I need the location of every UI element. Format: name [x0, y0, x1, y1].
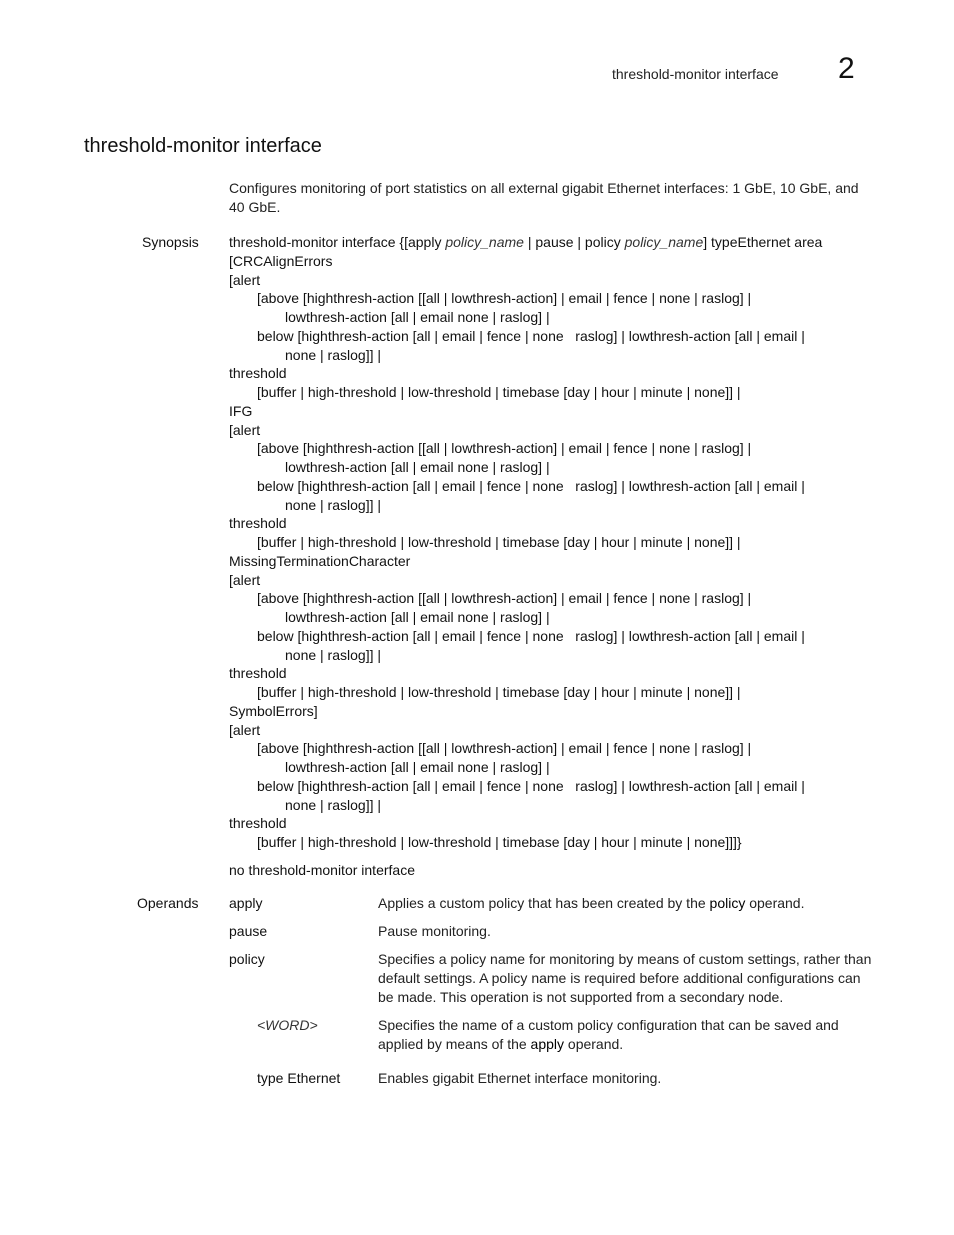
command-text: | pause | policy: [523, 234, 625, 250]
page-title: threshold-monitor interface: [84, 135, 322, 157]
no-form-command: no threshold-monitor interface: [229, 861, 415, 878]
synopsis-line: [above [highthresh-action [[all | lowthr…: [257, 440, 752, 457]
synopsis-line: none | raslog]] |: [285, 346, 381, 363]
synopsis-line: [alert: [229, 271, 261, 288]
operand-description: Applies a custom policy that has been cr…: [378, 894, 874, 913]
operand-row: pause Pause monitoring.: [229, 922, 874, 941]
synopsis-line: [alert: [229, 421, 261, 438]
synopsis-lines: [CRCAlignErrors [alert [above [highthresh-…: [229, 252, 879, 852]
chapter-number: 2: [838, 52, 855, 85]
synopsis-line: [CRCAlignErrors: [229, 252, 333, 269]
synopsis-line: SymbolErrors]: [229, 702, 318, 719]
synopsis-line: [alert: [229, 721, 261, 738]
synopsis-line: none | raslog]] |: [285, 796, 381, 813]
synopsis-line: [buffer | high-threshold | low-threshold…: [257, 834, 742, 850]
synopsis-label: Synopsis: [142, 234, 199, 250]
synopsis-line: threshold: [229, 815, 287, 832]
synopsis-line: [buffer | high-threshold | low-threshold…: [257, 534, 741, 550]
synopsis-line: threshold: [229, 515, 287, 532]
synopsis-line: threshold: [229, 665, 287, 682]
synopsis-line: threshold: [229, 365, 287, 382]
description-text: operand.: [564, 1036, 624, 1052]
operands-label: Operands: [137, 895, 199, 911]
synopsis-line: none | raslog]] |: [285, 646, 381, 663]
operand-description: Specifies a policy name for monitoring b…: [378, 951, 872, 1005]
argument-placeholder: <WORD>: [257, 1017, 318, 1033]
synopsis-line: [buffer | high-threshold | low-threshold…: [257, 384, 741, 400]
synopsis-line: below [highthresh-action [all | email | …: [257, 777, 805, 794]
keyword: apply: [530, 1036, 565, 1052]
operand-row: type Ethernet Enables gigabit Ethernet i…: [229, 1069, 874, 1088]
operand-term: <WORD>: [229, 1016, 378, 1054]
description-text: operand.: [745, 895, 805, 911]
operand-row: <WORD> Specifies the name of a custom po…: [229, 1016, 874, 1054]
synopsis-line: lowthresh-action [all | email none | ras…: [285, 459, 550, 475]
description-text: Applies a custom policy that has been cr…: [378, 895, 710, 911]
operand-term: type Ethernet: [257, 1070, 341, 1086]
operand-row: apply Applies a custom policy that has b…: [229, 894, 874, 913]
synopsis-line: [above [highthresh-action [[all | lowthr…: [257, 590, 752, 607]
synopsis-line: MissingTerminationCharacter: [229, 552, 411, 569]
synopsis-line: [above [highthresh-action [[all | lowthr…: [257, 740, 752, 757]
synopsis-block: threshold-monitor interface {[apply poli…: [229, 233, 879, 880]
keyword: policy: [709, 895, 746, 911]
running-header: threshold-monitor interface: [612, 66, 779, 82]
synopsis-line: below [highthresh-action [all | email | …: [257, 627, 805, 644]
synopsis-line: [alert: [229, 571, 261, 588]
operand-description: Pause monitoring.: [378, 923, 491, 939]
synopsis-line: below [highthresh-action [all | email | …: [257, 477, 805, 494]
synopsis-line: below [highthresh-action [all | email | …: [257, 327, 805, 344]
operand-description: Enables gigabit Ethernet interface monit…: [378, 1070, 662, 1086]
command-text: ] typeEthernet area: [703, 234, 823, 250]
synopsis-line: [above [highthresh-action [[all | lowthr…: [257, 290, 752, 307]
synopsis-command-line: threshold-monitor interface {[apply poli…: [229, 233, 879, 252]
intro-paragraph: Configures monitoring of port statistics…: [229, 180, 859, 215]
argument-placeholder: policy_name: [624, 234, 704, 250]
operand-term: pause: [229, 923, 268, 939]
operand-row: policy Specifies a policy name for monit…: [229, 950, 874, 1007]
synopsis-line: IFG: [229, 402, 253, 419]
synopsis-line: none | raslog]] |: [285, 496, 381, 513]
synopsis-line: lowthresh-action [all | email none | ras…: [285, 309, 550, 325]
command-text: threshold-monitor interface {[apply: [229, 234, 446, 250]
synopsis-line: [buffer | high-threshold | low-threshold…: [257, 684, 741, 700]
operands-list: apply Applies a custom policy that has b…: [229, 894, 874, 1097]
operand-description: Specifies the name of a custom policy co…: [378, 1016, 874, 1054]
operand-term: policy: [229, 951, 265, 967]
synopsis-line: lowthresh-action [all | email none | ras…: [285, 759, 550, 775]
operand-term: apply: [229, 895, 263, 911]
synopsis-line: lowthresh-action [all | email none | ras…: [285, 609, 550, 625]
argument-placeholder: policy_name: [445, 234, 524, 250]
